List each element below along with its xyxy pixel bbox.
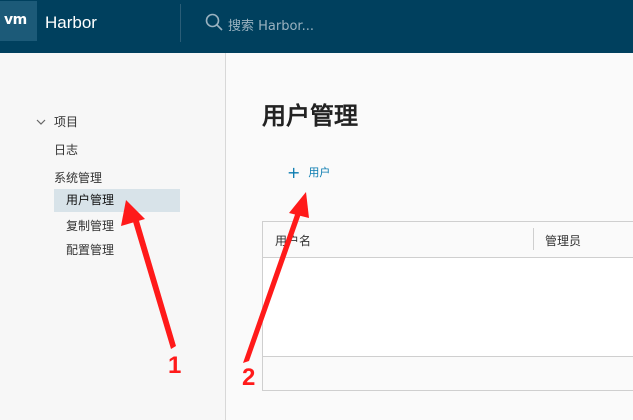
- logo-text: vm: [4, 12, 27, 28]
- search-input[interactable]: 搜索 Harbor...: [228, 15, 314, 34]
- page-title: 用户管理: [262, 102, 358, 130]
- search-icon[interactable]: [205, 13, 223, 31]
- sidebar: [0, 53, 226, 420]
- sidebar-item-logs[interactable]: 日志: [54, 141, 78, 158]
- sidebar-item-user-management[interactable]: 用户管理: [54, 189, 180, 212]
- plus-icon: +: [287, 163, 301, 182]
- brand-name[interactable]: Harbor: [45, 13, 97, 33]
- column-separator[interactable]: [533, 228, 534, 250]
- sidebar-item-replication[interactable]: 复制管理: [66, 217, 114, 234]
- column-header-admin[interactable]: 管理员: [545, 232, 581, 249]
- add-user-label: 用户: [308, 166, 331, 179]
- vmware-logo[interactable]: vm: [0, 1, 37, 41]
- chevron-down-icon[interactable]: [36, 117, 46, 127]
- table-header: 用户名 管理员: [263, 222, 633, 258]
- sidebar-item-system-admin[interactable]: 系统管理: [54, 169, 102, 186]
- add-user-button[interactable]: + 用户: [287, 163, 330, 183]
- sidebar-item-configuration[interactable]: 配置管理: [66, 241, 114, 258]
- header-divider: [180, 4, 181, 42]
- sidebar-item-projects[interactable]: 项目: [54, 113, 78, 130]
- annotation-label-1: 1: [168, 352, 182, 379]
- table-body: [263, 258, 633, 356]
- users-table: 用户名 管理员: [262, 221, 633, 391]
- top-header: vm Harbor 搜索 Harbor...: [0, 0, 633, 53]
- annotation-label-2: 2: [242, 364, 256, 391]
- table-footer: [263, 356, 633, 390]
- column-header-username[interactable]: 用户名: [275, 232, 311, 249]
